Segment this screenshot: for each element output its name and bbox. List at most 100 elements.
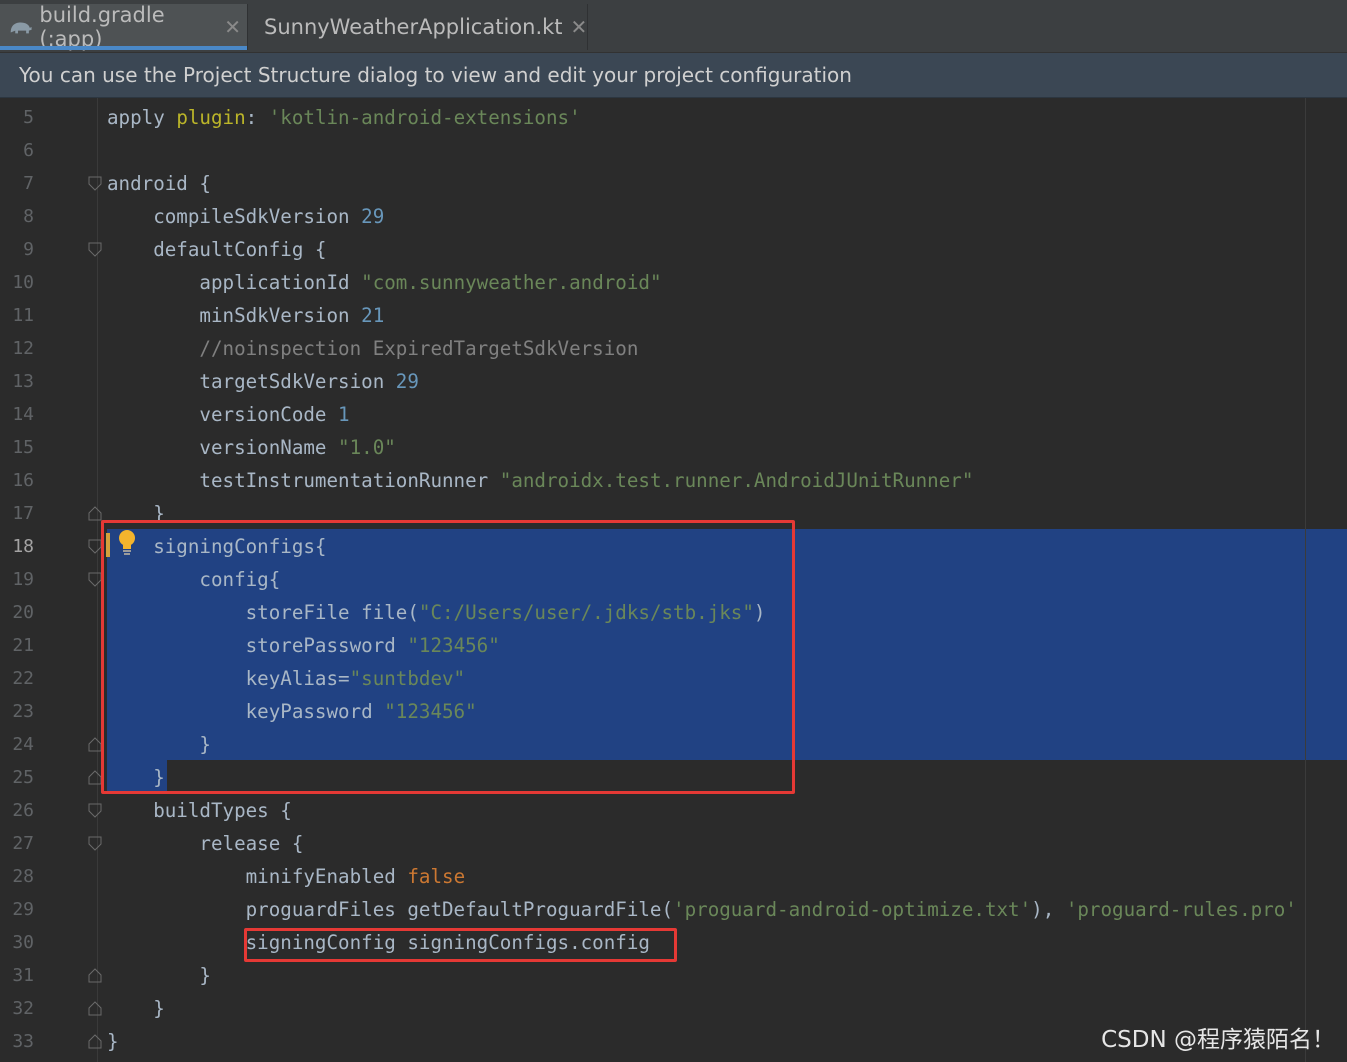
line-number: 6 [23,140,34,161]
fold-open-icon[interactable] [88,176,102,191]
code-line[interactable]: 29 proguardFiles getDefaultProguardFile(… [0,893,1347,926]
fold-close-icon[interactable] [88,506,102,521]
code-token: 1 [338,403,350,426]
code-token: 'proguard-rules.pro' [1065,898,1297,921]
code-line[interactable]: 5 apply plugin: 'kotlin-android-extension… [0,101,1347,134]
code-text: minSdkVersion 21 [107,299,384,332]
close-icon[interactable]: ✕ [224,15,241,39]
code-line[interactable]: 9 defaultConfig { [0,233,1347,266]
fold-open-icon[interactable] [88,539,102,554]
line-number: 22 [12,668,34,689]
csdn-watermark: CSDN @程序猿陌名！ [1101,1027,1335,1053]
code-line[interactable]: 6 [0,134,1347,167]
code-token: minSdkVersion [107,304,362,327]
code-token: release { [107,832,304,855]
tab-label: SunnyWeatherApplication.kt [264,15,563,39]
code-text: applicationId "com.sunnyweather.android" [107,266,662,299]
line-number: 27 [12,833,34,854]
code-text: } [107,992,165,1025]
line-number: 15 [12,437,34,458]
code-token: "1.0" [338,436,396,459]
fold-open-icon[interactable] [88,836,102,851]
fold-close-icon[interactable] [88,1034,102,1049]
line-number: 24 [12,734,34,755]
code-line[interactable]: 31 } [0,959,1347,992]
code-line[interactable]: 15 versionName "1.0" [0,431,1347,464]
code-line[interactable]: 14 versionCode 1 [0,398,1347,431]
line-number: 5 [23,107,34,128]
tab-label: build.gradle (:app) [39,3,165,51]
code-text: //noinspection ExpiredTargetSdkVersion [107,332,638,365]
code-token: plugin [176,106,246,129]
code-text: android { [107,167,211,200]
code-line[interactable]: 26 buildTypes { [0,794,1347,827]
code-token: } [107,997,165,1020]
editor-tab-bar: build.gradle (:app) ✕ SunnyWeatherApplic… [0,0,1347,53]
code-line[interactable]: 13 targetSdkVersion 29 [0,365,1347,398]
fold-open-icon[interactable] [88,242,102,257]
code-line[interactable]: 7 android { [0,167,1347,200]
line-number: 31 [12,965,34,986]
code-text: compileSdkVersion 29 [107,200,384,233]
line-number: 17 [12,503,34,524]
code-token: "com.sunnyweather.android" [361,271,662,294]
line-number: 10 [12,272,34,293]
code-line[interactable]: 12 //noinspection ExpiredTargetSdkVersio… [0,332,1347,365]
code-token: buildTypes { [107,799,292,822]
fold-close-icon[interactable] [88,737,102,752]
code-line[interactable]: 10 applicationId "com.sunnyweather.andro… [0,266,1347,299]
line-number: 21 [12,635,34,656]
code-text: targetSdkVersion 29 [107,365,419,398]
code-line[interactable]: 16 testInstrumentationRunner "androidx.t… [0,464,1347,497]
code-token: proguardFiles getDefaultProguardFile( [107,898,674,921]
line-number: 26 [12,800,34,821]
fold-open-icon[interactable] [88,572,102,587]
code-token: : [245,106,269,129]
code-token: 29 [361,205,385,228]
line-number: 16 [12,470,34,491]
line-number: 8 [23,206,34,227]
code-token: testInstrumentationRunner [107,469,500,492]
code-token: applicationId [107,271,362,294]
code-line[interactable]: 27 release { [0,827,1347,860]
code-token: } [107,964,211,987]
code-token: compileSdkVersion [107,205,362,228]
code-token: 'proguard-android-optimize.txt' [673,898,1032,921]
code-text: apply plugin: 'kotlin-android-extensions… [107,101,581,134]
code-editor[interactable]: 5 apply plugin: 'kotlin-android-extension… [0,98,1347,1062]
code-token: 29 [395,370,419,393]
tab-build-gradle[interactable]: build.gradle (:app) ✕ [0,3,248,51]
code-text: } [107,1025,119,1058]
line-number: 7 [23,173,34,194]
line-number: 9 [23,239,34,260]
fold-close-icon[interactable] [88,1001,102,1016]
code-line[interactable]: 11 minSdkVersion 21 [0,299,1347,332]
code-text: defaultConfig { [107,233,327,266]
code-text: } [107,959,211,992]
code-text: versionName "1.0" [107,431,396,464]
code-token: //noinspection ExpiredTargetSdkVersion [107,337,639,360]
project-structure-notification[interactable]: You can use the Project Structure dialog… [0,53,1347,98]
code-line[interactable]: 28 minifyEnabled false [0,860,1347,893]
tab-sunnyweather-application[interactable]: SunnyWeatherApplication.kt ✕ [250,4,588,50]
line-number: 23 [12,701,34,722]
fold-close-icon[interactable] [88,968,102,983]
code-token: "androidx.test.runner.AndroidJUnitRunner… [499,469,974,492]
close-icon[interactable]: ✕ [571,15,588,39]
line-number: 30 [12,932,34,953]
fold-close-icon[interactable] [88,770,102,785]
code-token: ), [1031,898,1066,921]
code-token: defaultConfig { [107,238,327,261]
line-number: 11 [12,305,34,326]
line-number: 20 [12,602,34,623]
code-line[interactable]: 8 compileSdkVersion 29 [0,200,1347,233]
code-token: false [407,865,466,888]
fold-open-icon[interactable] [88,803,102,818]
line-number: 14 [12,404,34,425]
code-token: versionName [107,436,339,459]
line-number: 32 [12,998,34,1019]
line-number: 13 [12,371,34,392]
code-text: proguardFiles getDefaultProguardFile('pr… [107,893,1297,926]
code-text: buildTypes { [107,794,292,827]
line-number: 28 [12,866,34,887]
